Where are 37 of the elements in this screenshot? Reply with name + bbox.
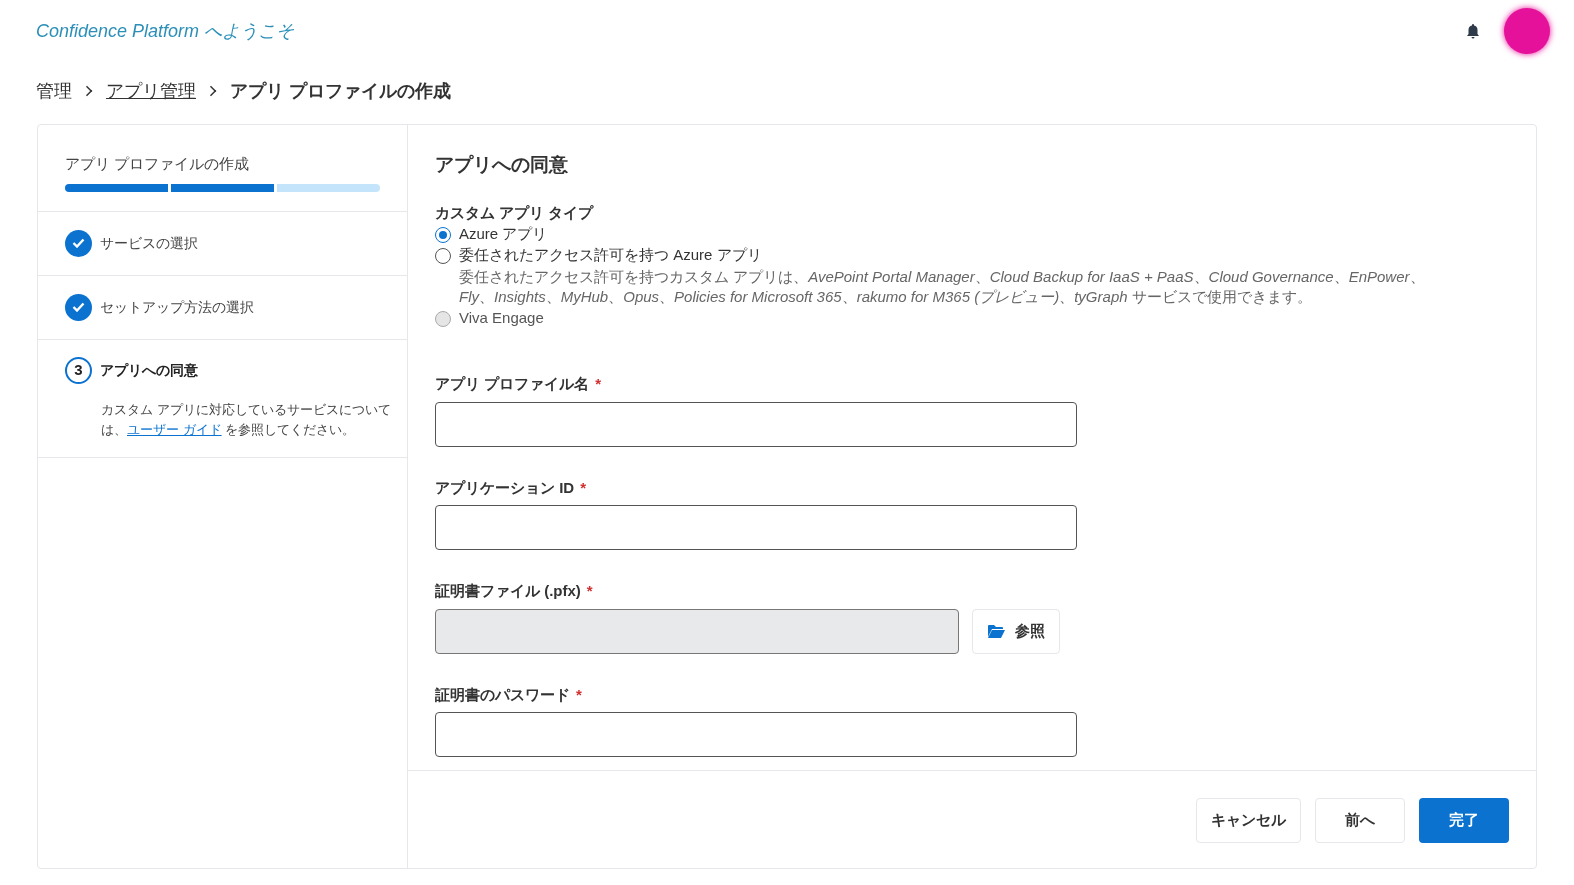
password-field[interactable] — [435, 712, 1077, 757]
step-number: 3 — [65, 356, 92, 384]
breadcrumb-link[interactable]: アプリ管理 — [106, 77, 196, 105]
secondary-button[interactable]: 前へ — [1315, 797, 1405, 843]
field-label: カスタム アプリ タイプ — [435, 202, 595, 223]
folder-icon — [987, 623, 1006, 639]
avatar[interactable] — [1504, 8, 1550, 54]
required-mark: * — [580, 477, 586, 498]
welcome-title: Confidence Platform へようこそ — [36, 19, 295, 43]
user-guide-link[interactable]: ユーザー ガイド — [127, 421, 222, 437]
option-description: 委任されたアクセス許可を持つカスタム アプリは、AvePoint Portal Manager、Cloud Backup for IaaS + PaaS、Cloud Governance、EnPower、Fly、Insights、MyHub、Opus、Policies for Microsoft 365、rakumo for M365 (プレビュー)、tyGraph サービスで使用できます。 — [459, 267, 1426, 307]
option-label: Azure アプリ — [459, 224, 548, 245]
radio-button[interactable] — [435, 226, 451, 243]
option-label: 委任されたアクセス許可を持つ Azure アプリ — [459, 245, 762, 266]
required-mark: * — [576, 684, 582, 705]
browse-button[interactable]: 参照 — [972, 608, 1060, 654]
field-label: 証明書のパスワード — [435, 684, 570, 705]
step-label[interactable]: セットアップ方法の選択 — [100, 296, 254, 318]
breadcrumb-item: 管理 — [36, 79, 72, 103]
field-label: アプリケーション ID — [435, 477, 575, 498]
secondary-button[interactable]: キャンセル — [1196, 797, 1301, 843]
required-mark: * — [586, 581, 593, 601]
finish-button[interactable]: 完了 — [1419, 797, 1509, 843]
field-label: アプリ プロファイル名 — [435, 374, 590, 394]
field-label: 証明書ファイル (.pfx) — [435, 581, 581, 601]
bell-icon[interactable] — [1466, 23, 1480, 39]
radio-button[interactable] — [435, 247, 451, 264]
breadcrumb-item: アプリ プロファイルの作成 — [230, 79, 451, 103]
required-mark: * — [595, 374, 601, 394]
input-field[interactable] — [435, 505, 1077, 550]
section-title: アプリへの同意 — [435, 153, 569, 177]
step-note: カスタム アプリに対応しているサービスについては、ユーザー ガイド を参照してください。 — [101, 400, 392, 439]
input-field[interactable] — [435, 401, 1077, 447]
wizard-title: アプリ プロファイルの作成 — [65, 154, 251, 174]
step-label[interactable]: サービスの選択 — [100, 232, 198, 254]
option-label: Viva Engage — [459, 308, 544, 329]
step-label[interactable]: アプリへの同意 — [100, 359, 198, 381]
